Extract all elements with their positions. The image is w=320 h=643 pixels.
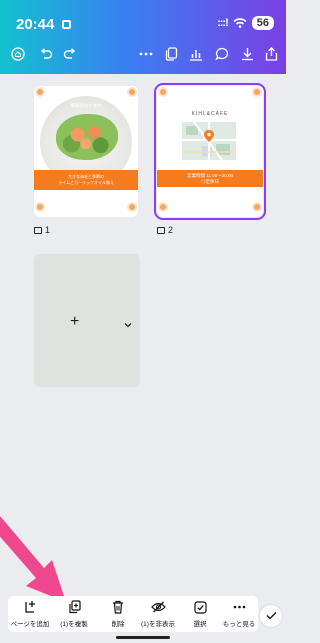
page-thumbnail-1[interactable]: 季節のおすすめ 大きな海老と季節の ライムとガーリックオイル和え [34, 86, 138, 217]
home-icon[interactable] [8, 44, 28, 64]
add-page-icon [10, 599, 50, 615]
download-icon[interactable] [237, 44, 257, 64]
add-page-plus[interactable]: + [70, 313, 79, 331]
page-1-band-line-2: ライムとガーリックオイル和え [58, 180, 114, 185]
page-action-bar: ページを追加 (1)を複製 削除 (1)を非表示 選択 もっと見る [8, 596, 258, 632]
add-page-label: ページを追加 [10, 621, 50, 628]
confirm-button[interactable] [259, 604, 283, 628]
battery-indicator: 56 [251, 16, 274, 30]
select-icon [182, 599, 218, 615]
more-icon [220, 599, 258, 615]
more-button[interactable]: もっと見る [220, 599, 258, 628]
status-indicators: :::! 56 [217, 16, 274, 30]
page-1-band: 大きな海老と季節の ライムとガーリックオイル和え [34, 170, 138, 190]
wifi-icon [233, 18, 247, 28]
undo-icon[interactable] [36, 44, 56, 64]
corner-dot [254, 204, 260, 210]
select-label: 選択 [193, 621, 207, 628]
delete-button[interactable]: 削除 [100, 599, 136, 628]
pages-icon[interactable] [161, 44, 181, 64]
home-indicator [116, 636, 170, 639]
notes-icon [157, 226, 165, 234]
delete-label: 削除 [111, 621, 125, 628]
hide-button[interactable]: (1)を非表示 [138, 599, 178, 628]
map-image [182, 122, 236, 160]
signal-icon: :::! [217, 17, 229, 29]
corner-dot [37, 89, 43, 95]
sim-icon [62, 20, 71, 29]
redo-icon[interactable] [60, 44, 80, 64]
chart-icon[interactable] [186, 44, 206, 64]
corner-dot [254, 89, 260, 95]
hide-label: (1)を非表示 [141, 621, 175, 628]
page-label-2: 2 [157, 225, 173, 235]
chevron-down-icon[interactable] [124, 316, 132, 328]
top-header: 20:44 :::! 56 [0, 0, 286, 74]
page-1-title: 季節のおすすめ [70, 103, 102, 108]
notes-icon [34, 226, 42, 234]
duplicate-button[interactable]: (1)を複製 [54, 599, 94, 628]
more-icon[interactable] [136, 44, 156, 64]
corner-dot [37, 204, 43, 210]
check-icon [266, 607, 277, 625]
page-2-brand: KIHL&CAFE [191, 111, 229, 117]
add-page-card[interactable]: + [34, 254, 140, 387]
corner-dot [160, 204, 166, 210]
editor-toolbar [0, 40, 286, 68]
more-label: もっと見る [222, 621, 256, 628]
duplicate-icon [54, 599, 94, 615]
page-thumbnail-2[interactable]: KIHL&CAFE 営業時間 11:00～20:00 ◎定休日 [154, 83, 266, 220]
page-2-band-line-2: ◎定休日 [201, 179, 219, 184]
pointer-arrow-annotation [0, 516, 66, 602]
page-label-1: 1 [34, 225, 50, 235]
status-time: 20:44 [16, 16, 55, 33]
comment-icon[interactable] [212, 44, 232, 64]
page-number-2: 2 [168, 225, 174, 235]
hide-icon [138, 599, 178, 615]
duplicate-label: (1)を複製 [60, 621, 88, 628]
corner-dot [129, 89, 135, 95]
page-number-1: 1 [45, 225, 51, 235]
corner-dot [129, 204, 135, 210]
add-page-button[interactable]: ページを追加 [10, 599, 50, 628]
select-button[interactable]: 選択 [182, 599, 218, 628]
share-icon[interactable] [261, 44, 281, 64]
trash-icon [100, 599, 136, 615]
corner-dot [160, 89, 166, 95]
shrimp-dish-image [56, 114, 118, 160]
page-2-band: 営業時間 11:00～20:00 ◎定休日 [157, 170, 263, 187]
